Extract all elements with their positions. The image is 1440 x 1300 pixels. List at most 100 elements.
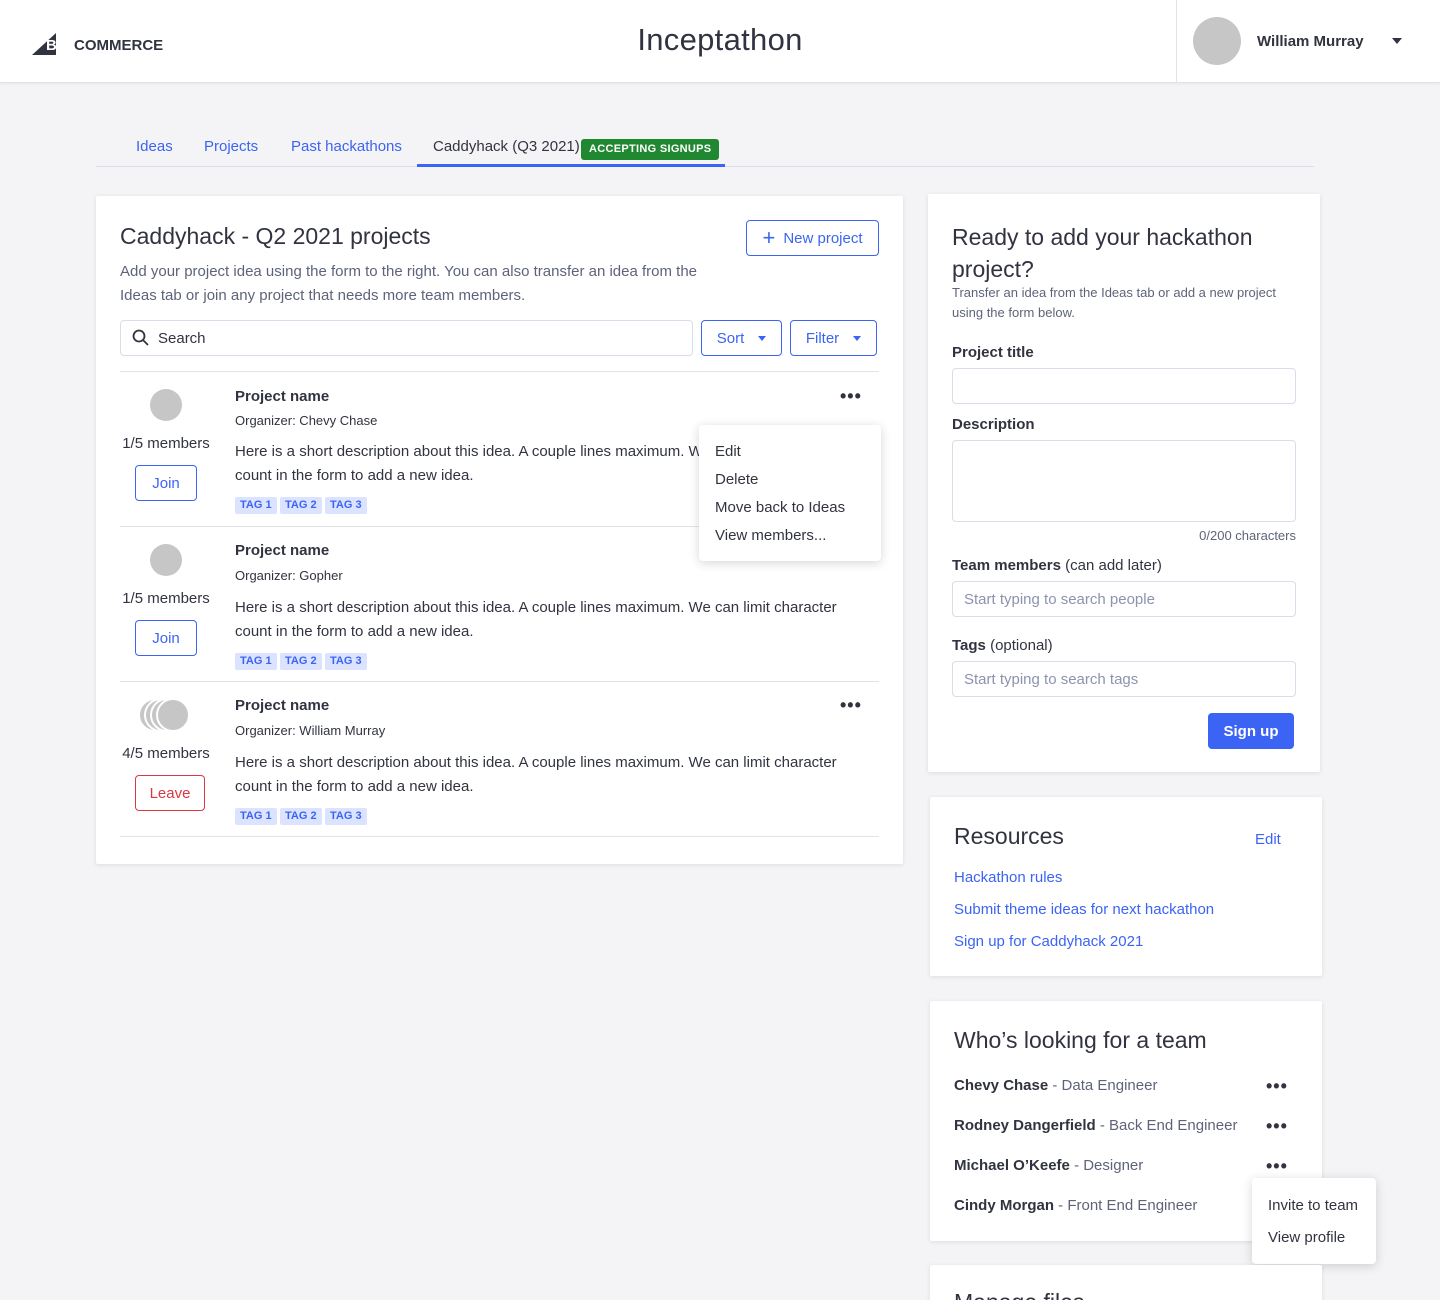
accepting-signups-badge: ACCEPTING SIGNUPS [581, 139, 720, 160]
menu-item-move-back[interactable]: Move back to Ideas [715, 499, 845, 516]
more-options-icon[interactable]: ••• [1266, 1117, 1288, 1135]
manage-files-card: Manage files [930, 1265, 1322, 1300]
menu-item-delete[interactable]: Delete [715, 471, 758, 488]
list-divider [120, 836, 879, 837]
new-project-button[interactable]: + New project [746, 220, 879, 256]
members-count: 4/5 members [122, 745, 210, 762]
resources-edit-link[interactable]: Edit [1255, 831, 1281, 848]
bigcommerce-logo[interactable]: BIG COMMERCE [32, 29, 172, 57]
tag[interactable]: TAG 2 [280, 808, 322, 825]
menu-item-view-profile[interactable]: View profile [1268, 1229, 1345, 1246]
search-icon [132, 329, 149, 346]
resources-card: Resources Edit Hackathon rules Submit th… [930, 797, 1322, 976]
sign-up-button[interactable]: Sign up [1208, 713, 1294, 749]
char-count: 0/200 characters [1199, 528, 1296, 543]
project-description: Here is a short description about this i… [235, 596, 845, 644]
list-divider [120, 681, 879, 682]
person-name[interactable]: Rodney Dangerfield [954, 1117, 1096, 1134]
more-options-icon[interactable]: ••• [840, 387, 862, 405]
logo-mark-icon: BIG COMMERCE [32, 33, 163, 55]
filter-button[interactable]: Filter [790, 320, 877, 356]
looking-for-team-title: Who’s looking for a team [954, 1027, 1207, 1053]
project-description: Here is a short description about this i… [235, 751, 845, 799]
caret-down-icon [853, 335, 862, 341]
leave-button[interactable]: Leave [135, 775, 205, 811]
description-line: Here is a short description about this i… [235, 599, 837, 616]
project-organizer: Organizer: Gopher [235, 568, 343, 583]
main-tabs: Ideas Projects Past hackathons Caddyhack… [96, 128, 1314, 167]
search-input[interactable]: Search [120, 320, 693, 356]
description-line: count in the form to add a new idea. [235, 778, 474, 795]
active-tab-indicator [417, 164, 725, 167]
person-name[interactable]: Michael O’Keefe [954, 1157, 1070, 1174]
resource-link-rules[interactable]: Hackathon rules [954, 869, 1062, 886]
user-avatar [1193, 17, 1241, 65]
avatar [150, 544, 182, 576]
menu-item-view-members[interactable]: View members... [715, 527, 826, 544]
person-row: Rodney Dangerfield - Back End Engineer [954, 1117, 1237, 1134]
team-members-input[interactable]: Start typing to search people [952, 581, 1296, 617]
new-project-label: New project [783, 229, 863, 247]
description-textarea[interactable] [952, 440, 1296, 522]
caret-down-icon[interactable] [1392, 38, 1402, 44]
more-options-icon[interactable]: ••• [1266, 1157, 1288, 1175]
tag[interactable]: TAG 2 [280, 497, 322, 514]
person-name[interactable]: Chevy Chase [954, 1077, 1048, 1094]
person-role: - Back End Engineer [1099, 1117, 1238, 1134]
tag[interactable]: TAG 1 [235, 653, 277, 670]
description-line: Here is a short description about this i… [235, 754, 837, 771]
tags-input[interactable]: Start typing to search tags [952, 661, 1296, 697]
tag[interactable]: TAG 3 [325, 497, 367, 514]
form-subtitle-line: Transfer an idea from the Ideas tab or a… [952, 285, 1276, 300]
tags-label-note: (optional) [990, 637, 1053, 654]
person-name[interactable]: Cindy Morgan [954, 1197, 1054, 1214]
tab-caddyhack[interactable]: Caddyhack (Q3 2021) [433, 138, 580, 155]
project-name[interactable]: Project name [235, 542, 329, 559]
projects-subtitle-line: Add your project idea using the form to … [120, 263, 698, 280]
menu-item-edit[interactable]: Edit [715, 443, 741, 460]
filter-label: Filter [805, 329, 840, 347]
user-name: William Murray [1257, 33, 1364, 50]
user-menu[interactable]: William Murray [1176, 0, 1440, 82]
members-count: 1/5 members [122, 435, 210, 452]
sort-button[interactable]: Sort [701, 320, 782, 356]
tab-projects[interactable]: Projects [204, 138, 258, 155]
join-button[interactable]: Join [135, 620, 197, 656]
add-project-form-card: Ready to add your hackathon project? Tra… [928, 194, 1320, 772]
resource-link-signup[interactable]: Sign up for Caddyhack 2021 [954, 933, 1143, 950]
join-button[interactable]: Join [135, 465, 197, 501]
person-role: - Designer [1074, 1157, 1144, 1174]
project-organizer: Organizer: William Murray [235, 723, 386, 738]
more-options-icon[interactable]: ••• [840, 696, 862, 714]
tag[interactable]: TAG 2 [280, 653, 322, 670]
menu-item-invite[interactable]: Invite to team [1268, 1197, 1358, 1214]
app-header: BIG COMMERCE Inceptathon William Murray [0, 0, 1440, 83]
team-members-label-note: (can add later) [1065, 557, 1162, 574]
project-name[interactable]: Project name [235, 697, 329, 714]
list-divider [120, 371, 879, 372]
tab-past-hackathons[interactable]: Past hackathons [291, 138, 402, 155]
projects-card: Caddyhack - Q2 2021 projects Add your pr… [96, 196, 903, 864]
project-title-input[interactable] [952, 368, 1296, 404]
tag[interactable]: TAG 1 [235, 497, 277, 514]
form-subtitle-line: using the form below. [952, 305, 1075, 320]
tags-label-text: Tags [952, 637, 986, 654]
more-options-icon[interactable]: ••• [1266, 1077, 1288, 1095]
project-name[interactable]: Project name [235, 388, 329, 405]
tag[interactable]: TAG 3 [325, 808, 367, 825]
manage-files-title: Manage files [954, 1289, 1084, 1300]
projects-subtitle: Add your project idea using the form to … [120, 260, 697, 308]
form-title: Ready to add your hackathon project? [952, 221, 1252, 285]
form-title-line: project? [952, 256, 1034, 282]
project-title-label: Project title [952, 344, 1034, 361]
logo-commerce-text: COMMERCE [74, 37, 163, 54]
project-context-menu: Edit Delete Move back to Ideas View memb… [699, 425, 881, 561]
resource-link-theme-ideas[interactable]: Submit theme ideas for next hackathon [954, 901, 1214, 918]
resources-title: Resources [954, 823, 1064, 849]
tag[interactable]: TAG 3 [325, 653, 367, 670]
person-row: Michael O’Keefe - Designer [954, 1157, 1143, 1174]
tag[interactable]: TAG 1 [235, 808, 277, 825]
tab-ideas[interactable]: Ideas [136, 138, 173, 155]
team-members-label-text: Team members [952, 557, 1061, 574]
projects-subtitle-line: Ideas tab or join any project that needs… [120, 287, 526, 304]
